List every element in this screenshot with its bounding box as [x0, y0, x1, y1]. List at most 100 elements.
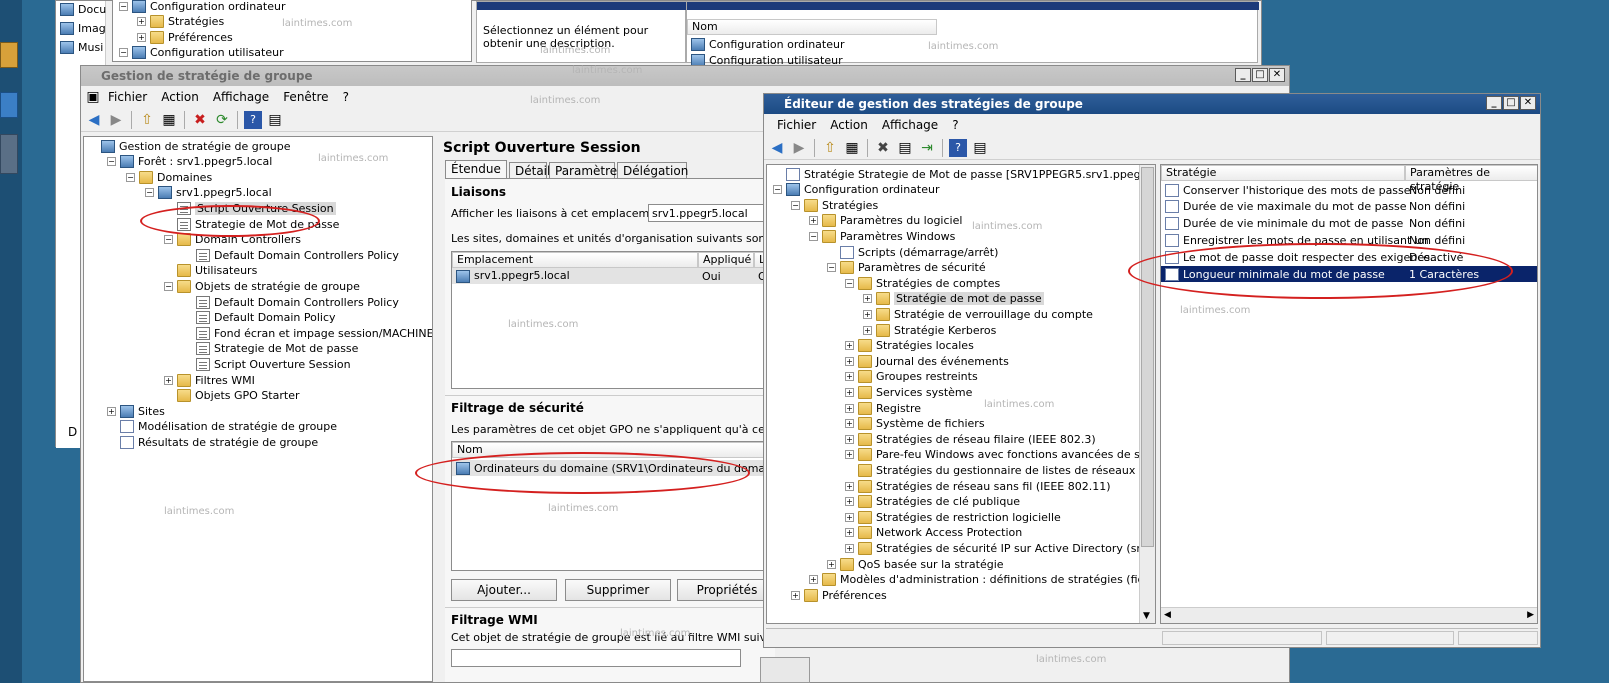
expander-icon[interactable]: + — [845, 543, 854, 553]
scroll-down-icon[interactable]: ▼ — [1143, 611, 1150, 621]
tree-item[interactable]: + Stratégies de réseau filaire (IEEE 802.… — [845, 431, 1096, 447]
menu-item[interactable]: ? — [945, 118, 965, 132]
maximize-button[interactable]: □ — [1252, 68, 1268, 82]
menu-item[interactable]: ? — [336, 90, 356, 104]
expander-icon[interactable]: + — [845, 419, 854, 429]
tree-item[interactable]: − Paramètres de sécurité — [827, 260, 986, 276]
maximize-button[interactable]: □ — [1503, 96, 1519, 110]
left-nav-item[interactable]: Imag — [60, 20, 106, 36]
expander-icon[interactable]: − — [827, 263, 836, 273]
properties-icon[interactable]: ▤ — [266, 111, 284, 129]
expander-icon[interactable]: − — [119, 1, 128, 11]
tree-item[interactable]: + Services système — [845, 384, 972, 400]
minimize-button[interactable]: _ — [1486, 96, 1502, 110]
expander-icon[interactable]: + — [827, 559, 836, 569]
help-icon[interactable]: ? — [244, 110, 262, 129]
tree-item[interactable]: + Stratégies de restriction logicielle — [845, 509, 1061, 525]
bg-tree-item[interactable]: − Configuration utilisateur — [119, 45, 284, 61]
list-hscrollbar[interactable]: ◀ ▶ — [1161, 607, 1537, 623]
expander-icon[interactable]: − — [845, 278, 854, 288]
expander-icon[interactable]: + — [137, 32, 146, 42]
tree-item[interactable]: − Paramètres Windows — [809, 228, 955, 244]
expander-icon[interactable]: + — [863, 309, 872, 319]
tree-item[interactable]: − srv1.ppegr5.local — [145, 185, 272, 201]
expander-icon[interactable]: + — [845, 450, 854, 460]
policy-row[interactable]: Durée de vie minimale du mot de passe Non… — [1161, 216, 1537, 232]
wmi-dropdown[interactable] — [451, 649, 741, 667]
up-folder-icon[interactable]: ⇧ — [138, 111, 156, 129]
show-action-pane-icon[interactable]: ▤ — [971, 139, 989, 157]
expander-icon[interactable]: + — [809, 575, 818, 585]
expander-icon[interactable]: + — [164, 375, 173, 385]
policy-row[interactable]: Conserver l'historique des mots de passe… — [1161, 182, 1537, 198]
close-button[interactable]: ✕ — [1269, 68, 1285, 82]
show-hide-tree-icon[interactable]: ▦ — [160, 111, 178, 129]
tree-item[interactable]: + Préférences — [791, 587, 887, 603]
tree-item[interactable]: Stratégies du gestionnaire de listes de … — [845, 462, 1135, 478]
expander-icon[interactable]: + — [791, 590, 800, 600]
menu-item[interactable]: Fichier — [101, 90, 154, 104]
tree-item[interactable]: + Journal des événements — [845, 353, 1009, 369]
expander-icon[interactable]: + — [845, 403, 854, 413]
tree-item[interactable]: Résultats de stratégie de groupe — [107, 434, 318, 450]
tree-item[interactable]: Gestion de stratégie de groupe — [88, 138, 291, 154]
minimize-button[interactable]: _ — [1235, 68, 1251, 82]
expander-icon[interactable]: + — [107, 406, 116, 416]
tree-item[interactable]: Script Ouverture Session — [183, 356, 351, 372]
tree-item[interactable]: + Stratégie Kerberos — [863, 322, 996, 338]
show-hide-tree-icon[interactable]: ▦ — [843, 139, 861, 157]
action-button[interactable]: Propriétés — [677, 579, 777, 601]
back-arrow-icon[interactable]: ◀ — [768, 139, 786, 157]
delete-icon[interactable]: ✖ — [191, 111, 209, 129]
expander-icon[interactable]: + — [863, 325, 872, 335]
tree-scrollbar[interactable]: ▼ — [1139, 165, 1155, 623]
export-list-icon[interactable]: ⇥ — [918, 139, 936, 157]
expander-icon[interactable]: − — [164, 281, 173, 291]
taskbar-app-icon[interactable] — [0, 134, 18, 174]
tree-item[interactable]: Modélisation de stratégie de groupe — [107, 419, 337, 435]
scroll-left-icon[interactable]: ◀ — [1164, 610, 1171, 620]
tree-item[interactable]: + Stratégies de réseau sans fil (IEEE 802… — [845, 478, 1111, 494]
expander-icon[interactable]: + — [845, 528, 854, 538]
expander-icon[interactable]: − — [164, 235, 173, 245]
tree-item[interactable]: + Filtres WMI — [164, 372, 255, 388]
expander-icon[interactable]: − — [773, 185, 782, 195]
taskbar-app-icon[interactable] — [0, 42, 18, 68]
menu-item[interactable]: Fichier — [770, 118, 823, 132]
gpmc-titlebar[interactable]: Gestion de stratégie de groupe _ □ ✕ — [81, 66, 1289, 86]
expander-icon[interactable]: + — [845, 481, 854, 491]
expander-icon[interactable]: + — [845, 387, 854, 397]
menu-item[interactable]: Affichage — [206, 90, 276, 104]
tree-item[interactable]: Default Domain Policy — [183, 310, 336, 326]
left-nav-item[interactable]: Docu — [60, 1, 106, 17]
expander-icon[interactable]: − — [119, 48, 128, 57]
links-column-header[interactable]: Appliqué — [698, 252, 754, 268]
tree-item[interactable]: + Sites — [107, 403, 165, 419]
tree-item[interactable]: + Modèles d'administration : définitions … — [809, 572, 1155, 588]
expander-icon[interactable]: + — [845, 512, 854, 522]
policy-row[interactable]: Durée de vie maximale du mot de passe Non… — [1161, 199, 1537, 215]
bg-tree-item[interactable]: + Stratégies — [137, 14, 224, 30]
tree-item[interactable]: + Système de fichiers — [845, 416, 985, 432]
up-folder-icon[interactable]: ⇧ — [821, 139, 839, 157]
action-button[interactable]: Supprimer — [565, 579, 671, 601]
tree-item[interactable]: − Stratégies — [791, 197, 878, 213]
tree-item[interactable]: − Objets de stratégie de groupe — [164, 278, 360, 294]
scroll-right-icon[interactable]: ▶ — [1527, 610, 1534, 620]
tree-item[interactable]: Strategie de Mot de passe — [183, 341, 358, 357]
tree-item[interactable]: + Stratégie de mot de passe — [863, 291, 1044, 307]
expander-icon[interactable]: + — [845, 356, 854, 366]
left-nav-item[interactable]: Musi — [60, 39, 103, 55]
expander-icon[interactable]: − — [107, 157, 116, 167]
tree-item[interactable]: − Configuration ordinateur — [773, 182, 939, 198]
list-column-header[interactable]: Stratégie — [1161, 165, 1405, 181]
tree-item[interactable]: Utilisateurs — [164, 263, 257, 279]
expander-icon[interactable]: + — [863, 294, 872, 304]
show-links-dropdown[interactable]: srv1.ppegr5.local — [648, 204, 778, 222]
refresh-icon[interactable]: ⟳ — [213, 111, 231, 129]
tree-item[interactable]: + Stratégies de clé publique — [845, 494, 1020, 510]
tree-item[interactable]: − Forêt : srv1.ppegr5.local — [107, 154, 272, 170]
forward-arrow-icon[interactable]: ▶ — [107, 111, 125, 129]
action-button[interactable]: Ajouter... — [451, 579, 557, 601]
expander-icon[interactable]: + — [137, 17, 146, 26]
